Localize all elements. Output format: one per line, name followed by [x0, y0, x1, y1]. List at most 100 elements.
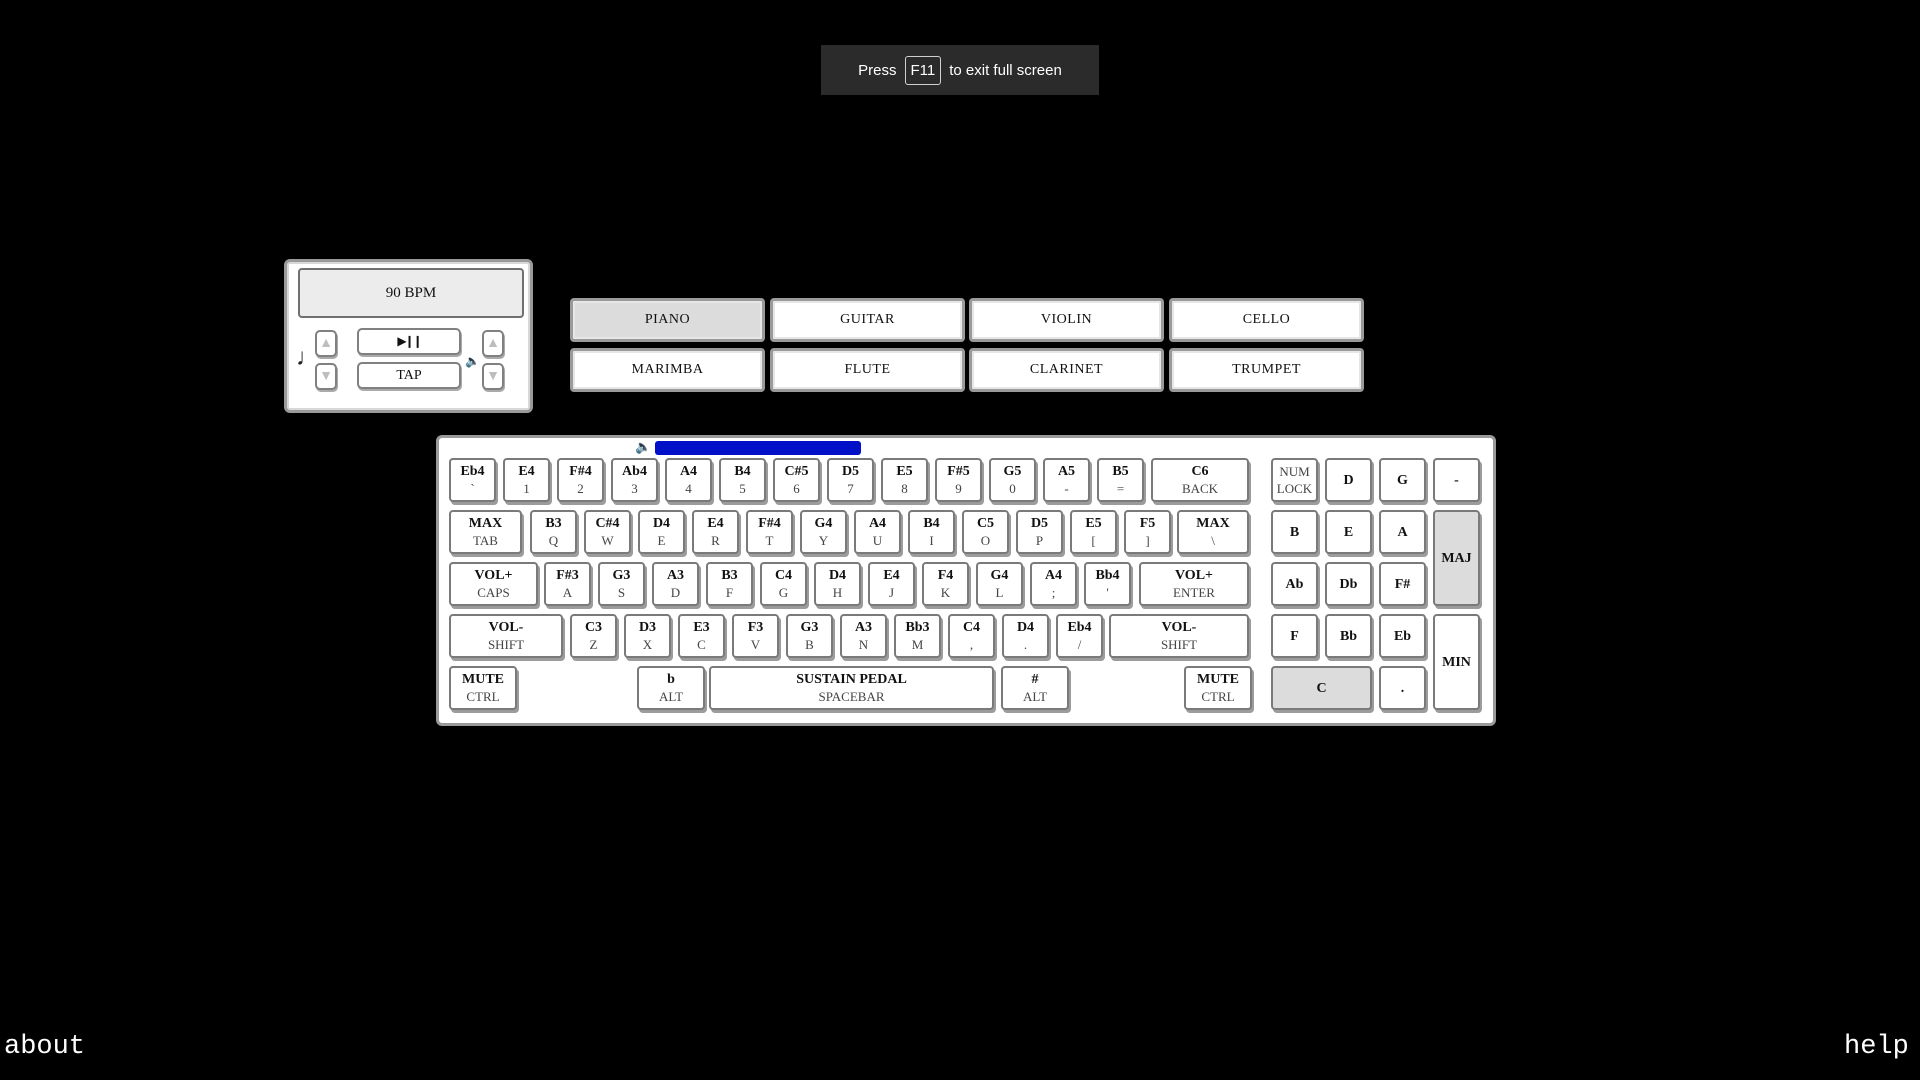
instrument-cello-button[interactable]: CELLO: [1169, 298, 1364, 342]
numpad-key-d[interactable]: D: [1325, 458, 1372, 502]
key-r-e4[interactable]: E4 R: [692, 510, 739, 554]
key-d-a3[interactable]: A3 D: [652, 562, 699, 606]
key-ctrl-mute[interactable]: MUTE CTRL: [449, 666, 517, 710]
key-note-label: Bb4: [1095, 568, 1120, 583]
numpad-key-g[interactable]: G: [1379, 458, 1426, 502]
key-g-c4[interactable]: C4 G: [760, 562, 807, 606]
key-q-b3[interactable]: B3 Q: [530, 510, 577, 554]
key-z-c3[interactable]: C3 Z: [570, 614, 617, 658]
key-char-label: BACK: [1181, 481, 1219, 496]
key-m-bb3[interactable]: Bb3 M: [894, 614, 941, 658]
key-sym-e5[interactable]: E5 [: [1070, 510, 1117, 554]
numlock-key[interactable]: NUM LOCK: [1271, 458, 1318, 502]
numpad-key-bb[interactable]: Bb: [1325, 614, 1372, 658]
key-char-label: D: [670, 585, 681, 600]
instrument-piano-button[interactable]: PIANO: [570, 298, 765, 342]
key-j-e4[interactable]: E4 J: [868, 562, 915, 606]
key-sym-a5[interactable]: A5 -: [1043, 458, 1090, 502]
key-alt-b[interactable]: b ALT: [637, 666, 705, 710]
major-mode-key[interactable]: MAJ: [1433, 510, 1480, 606]
volume-bar[interactable]: [655, 441, 861, 455]
key-f-b3[interactable]: B3 F: [706, 562, 753, 606]
key-2-fsharp4[interactable]: F#4 2: [557, 458, 604, 502]
key-caps-vol[interactable]: VOL+ CAPS: [449, 562, 538, 606]
key-k-f4[interactable]: F4 K: [922, 562, 969, 606]
key-sym-c4[interactable]: C4,: [948, 614, 995, 658]
key-0-g5[interactable]: G5 0: [989, 458, 1036, 502]
numpad-key-b[interactable]: B: [1271, 510, 1318, 554]
key-n-a3[interactable]: A3 N: [840, 614, 887, 658]
key-e-d4[interactable]: D4 E: [638, 510, 685, 554]
numpad-key-db[interactable]: Db: [1325, 562, 1372, 606]
instrument-clarinet-button[interactable]: CLARINET: [969, 348, 1164, 392]
numpad-key-f[interactable]: F: [1271, 614, 1318, 658]
key-w-csharp4[interactable]: C#4 W: [584, 510, 631, 554]
key-char-label: 2: [577, 481, 584, 496]
key-u-a4[interactable]: A4 U: [854, 510, 901, 554]
key-i-b4[interactable]: B4 I: [908, 510, 955, 554]
key-7-d5[interactable]: D5 7: [827, 458, 874, 502]
key-4-a4[interactable]: A4 4: [665, 458, 712, 502]
key-sym-f5[interactable]: F5]: [1124, 510, 1171, 554]
key-6-csharp5[interactable]: C#5 6: [773, 458, 820, 502]
key-sym-bb4[interactable]: Bb4 ': [1084, 562, 1131, 606]
numpad-key-minus[interactable]: -: [1433, 458, 1480, 502]
volume-down-button[interactable]: ▼: [482, 363, 504, 390]
numpad-key-fsharp[interactable]: F#: [1379, 562, 1426, 606]
key-sym-b5[interactable]: B5 =: [1097, 458, 1144, 502]
key-back-c6[interactable]: C6 BACK: [1151, 458, 1249, 502]
minor-mode-key[interactable]: MIN: [1433, 614, 1480, 710]
key-a-fsharp3[interactable]: F#3 A: [544, 562, 591, 606]
key-sym-max[interactable]: MAX \: [1177, 510, 1249, 554]
key-8-e5[interactable]: E5 8: [881, 458, 928, 502]
numpad-key-ab[interactable]: Ab: [1271, 562, 1318, 606]
numpad-key-dot[interactable]: .: [1379, 666, 1426, 710]
key-v-f3[interactable]: F3 V: [732, 614, 779, 658]
instrument-guitar-button[interactable]: GUITAR: [770, 298, 965, 342]
play-pause-button[interactable]: ▶❙❙: [357, 328, 461, 355]
key-alt-sharp[interactable]: # ALT: [1001, 666, 1069, 710]
key-ctrl-mute[interactable]: MUTE CTRL: [1184, 666, 1252, 710]
tap-button[interactable]: TAP: [357, 362, 461, 389]
help-link[interactable]: help: [1844, 1032, 1909, 1062]
key-tab-max[interactable]: MAX TAB: [449, 510, 522, 554]
instrument-flute-button[interactable]: FLUTE: [770, 348, 965, 392]
key-3-ab4[interactable]: Ab4 3: [611, 458, 658, 502]
key-t-fsharp4[interactable]: F#4 T: [746, 510, 793, 554]
instrument-trumpet-button[interactable]: TRUMPET: [1169, 348, 1364, 392]
key-9-fsharp5[interactable]: F#5 9: [935, 458, 982, 502]
key-note-label: A: [1397, 524, 1408, 540]
key-l-g4[interactable]: G4 L: [976, 562, 1023, 606]
bpm-up-button[interactable]: ▲: [315, 330, 337, 357]
numpad-key-a[interactable]: A: [1379, 510, 1426, 554]
key-y-g4[interactable]: G4 Y: [800, 510, 847, 554]
key-sym-eb4[interactable]: Eb4 /: [1056, 614, 1103, 658]
key-c-e3[interactable]: E3 C: [678, 614, 725, 658]
volume-up-button[interactable]: ▲: [482, 330, 504, 357]
key-enter-vol[interactable]: VOL+ ENTER: [1139, 562, 1249, 606]
key-p-d5[interactable]: D5 P: [1016, 510, 1063, 554]
bpm-down-button[interactable]: ▼: [315, 363, 337, 390]
numpad-key-eb[interactable]: Eb: [1379, 614, 1426, 658]
numpad-key-e[interactable]: E: [1325, 510, 1372, 554]
key-x-d3[interactable]: D3 X: [624, 614, 671, 658]
key-sym-a4[interactable]: A4;: [1030, 562, 1077, 606]
key-spacebar-sustain-pedal[interactable]: SUSTAIN PEDAL SPACEBAR: [709, 666, 994, 710]
about-link[interactable]: about: [4, 1032, 85, 1062]
key-char-label: W: [601, 533, 614, 548]
key-sym-eb4[interactable]: Eb4 `: [449, 458, 496, 502]
key-o-c5[interactable]: C5 O: [962, 510, 1009, 554]
key-shift-vol[interactable]: VOL- SHIFT: [1109, 614, 1249, 658]
instrument-violin-button[interactable]: VIOLIN: [969, 298, 1164, 342]
numpad-key-c[interactable]: C: [1271, 666, 1372, 710]
key-h-d4[interactable]: D4 H: [814, 562, 861, 606]
key-1-e4[interactable]: E4 1: [503, 458, 550, 502]
key-s-g3[interactable]: G3 S: [598, 562, 645, 606]
key-sym-d4[interactable]: D4.: [1002, 614, 1049, 658]
key-5-b4[interactable]: B4 5: [719, 458, 766, 502]
key-char-label: Z: [589, 637, 598, 652]
instrument-marimba-button[interactable]: MARIMBA: [570, 348, 765, 392]
key-b-g3[interactable]: G3 B: [786, 614, 833, 658]
key-note-label: VOL+: [474, 568, 513, 583]
key-shift-vol[interactable]: VOL- SHIFT: [449, 614, 563, 658]
